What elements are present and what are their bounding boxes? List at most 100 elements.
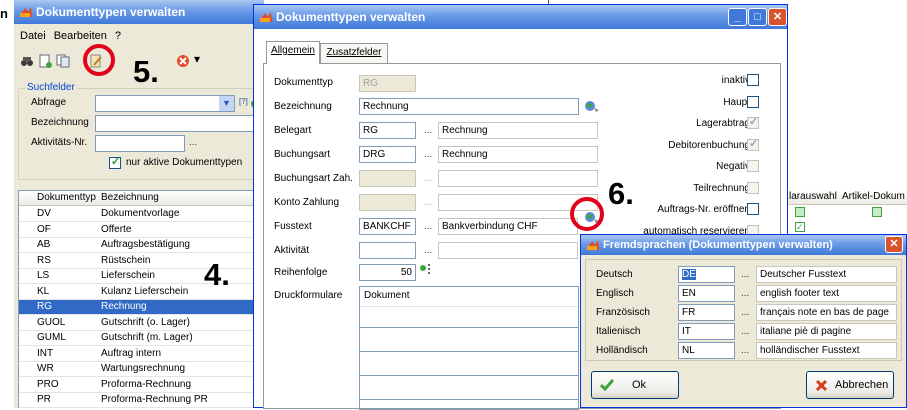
- dialog-titlebar[interactable]: Dokumenttypen verwalten _ □ ✕: [254, 5, 787, 29]
- lang-code-text: DE: [682, 269, 696, 280]
- menu-help[interactable]: ?: [115, 30, 121, 46]
- lang-lookup-button[interactable]: ...: [741, 307, 749, 318]
- fusstext-lookup-button[interactable]: ...: [424, 221, 432, 232]
- binoculars-icon[interactable]: [20, 54, 34, 68]
- only-active-checkbox[interactable]: [109, 155, 121, 169]
- lang-footer-text: italiane piè di pagine: [756, 323, 897, 340]
- belegart-text: Rechnung: [438, 122, 598, 139]
- grid-checkbox[interactable]: [795, 207, 805, 217]
- only-active-label: nur aktive Dokumenttypen: [126, 157, 243, 168]
- option-checkbox[interactable]: [747, 160, 759, 172]
- lang-code-input[interactable]: DE: [678, 266, 735, 283]
- chevron-down-icon[interactable]: ▼: [219, 96, 234, 111]
- abfrage-select[interactable]: ▼: [95, 95, 235, 112]
- grid-header-dokumenttyp[interactable]: Dokumenttyp: [37, 192, 101, 203]
- grid-checkbox[interactable]: [872, 207, 882, 217]
- option-checkbox[interactable]: [747, 137, 759, 151]
- cell-dokumenttyp: PRO: [37, 378, 59, 390]
- checkbox-label: Negativ: [716, 161, 750, 172]
- option-checkbox[interactable]: [747, 95, 759, 108]
- table-row[interactable]: RG Rechnung: [19, 300, 257, 315]
- menu-datei[interactable]: Datei: [20, 30, 46, 46]
- buchungsart-zahlung-label: Buchungsart Zah.: [274, 173, 353, 184]
- dokumenttyp-label: Dokumenttyp: [274, 77, 333, 88]
- table-row[interactable]: PRO Proforma-Rechnung: [19, 378, 257, 393]
- option-checkbox[interactable]: [747, 74, 759, 86]
- cancel-button[interactable]: Abbrechen: [806, 371, 894, 399]
- belegart-lookup-button[interactable]: ...: [424, 125, 432, 136]
- cell-bezeichnung: Kulanz Lieferschein: [101, 285, 189, 297]
- table-row[interactable]: AB Auftragsbestätigung: [19, 238, 257, 253]
- grid-header-lagerauswahl[interactable]: larauswahl: [789, 191, 837, 202]
- maximize-button[interactable]: □: [748, 8, 767, 26]
- option-checkbox[interactable]: [747, 181, 759, 194]
- aktivitaet-label: Aktivität: [274, 245, 310, 256]
- table-row[interactable]: GUML Gutschrift (m. Lager): [19, 331, 257, 346]
- cell-bezeichnung: Gutschrift (o. Lager): [101, 316, 190, 328]
- buchungsart-zahlung-lookup-button[interactable]: ...: [424, 173, 432, 184]
- table-row[interactable]: WR Wartungsrechnung: [19, 362, 257, 377]
- druckformulare-row[interactable]: Dokument: [360, 289, 578, 307]
- lang-row: Deutsch DE... Deutscher Fusstext: [586, 266, 901, 284]
- konto-zahlung-lookup-button[interactable]: ...: [424, 197, 432, 208]
- app-icon: [259, 12, 272, 22]
- tab-zusatzfelder[interactable]: Zusatzfelder: [320, 43, 388, 63]
- globe-translate-icon[interactable]: [584, 99, 600, 113]
- toolbar-dropdown-icon[interactable]: ▾: [194, 52, 200, 66]
- option-checkbox[interactable]: [747, 203, 759, 215]
- list-row-divider: [360, 375, 578, 376]
- lang-lookup-button[interactable]: ...: [741, 326, 749, 337]
- table-row[interactable]: DV Dokumentvorlage: [19, 207, 257, 222]
- new-record-icon[interactable]: [38, 54, 52, 68]
- bezeichnung-input[interactable]: Rechnung: [359, 98, 579, 115]
- lang-footer-text: français note en bas de page: [756, 304, 897, 321]
- minimize-button[interactable]: _: [728, 8, 747, 26]
- cell-dokumenttyp: RG: [37, 301, 52, 312]
- lang-dialog-titlebar[interactable]: Fremdsprachen (Dokumenttypen verwalten) …: [581, 235, 906, 255]
- copy-record-icon[interactable]: [56, 54, 70, 68]
- checkbox-label: inaktiv: [721, 75, 750, 86]
- bg-window-titlebar[interactable]: Dokumenttypen verwalten: [14, 0, 264, 24]
- ok-button[interactable]: Ok: [591, 371, 679, 399]
- option-checkbox[interactable]: [747, 115, 759, 129]
- tab-allgemein[interactable]: Allgemein: [266, 41, 320, 64]
- belegart-code-input[interactable]: RG: [359, 122, 416, 139]
- grid-header-artikel-dokum[interactable]: Artikel-Dokum: [842, 191, 905, 202]
- lang-lookup-button[interactable]: ...: [741, 345, 749, 356]
- aktivitaet-lookup-button[interactable]: ...: [189, 137, 197, 148]
- table-row[interactable]: OF Offerte: [19, 223, 257, 238]
- grid-checkbox[interactable]: ✓: [795, 222, 805, 232]
- delete-icon[interactable]: [176, 54, 190, 68]
- lang-name: Englisch: [596, 288, 634, 299]
- lang-lookup-button[interactable]: ...: [741, 269, 749, 280]
- bezeichnung-filter-input[interactable]: [95, 115, 265, 132]
- lang-code-input[interactable]: EN: [678, 285, 735, 302]
- reihenfolge-input[interactable]: 50: [359, 264, 416, 281]
- lang-close-button[interactable]: ✕: [885, 236, 903, 253]
- aktivitaet-filter-input[interactable]: [95, 135, 185, 152]
- lang-lookup-button[interactable]: ...: [741, 288, 749, 299]
- cell-dokumenttyp: OF: [37, 223, 51, 235]
- search-fields-title: Suchfelder: [25, 82, 77, 93]
- buchungsart-lookup-button[interactable]: ...: [424, 149, 432, 160]
- lang-code-input[interactable]: NL: [678, 342, 735, 359]
- table-row[interactable]: GUOL Gutschrift (o. Lager): [19, 316, 257, 331]
- close-button[interactable]: ✕: [768, 8, 787, 26]
- druckformulare-label: Druckformulare: [274, 290, 343, 301]
- buchungsart-zahlung-input[interactable]: [359, 170, 416, 187]
- aktivitaet-code-input[interactable]: [359, 242, 416, 259]
- spin-sort-icon[interactable]: [419, 263, 433, 275]
- cell-bezeichnung: Offerte: [101, 223, 132, 235]
- lang-code-input[interactable]: IT: [678, 323, 735, 340]
- step6-highlight-ring: [570, 197, 604, 231]
- konto-zahlung-input[interactable]: [359, 194, 416, 211]
- grid-header-bezeichnung[interactable]: Bezeichnung: [101, 192, 159, 203]
- buchungsart-code-input[interactable]: DRG: [359, 146, 416, 163]
- aktivitaet-lookup-button[interactable]: ...: [424, 245, 432, 256]
- table-row[interactable]: INT Auftrag intern: [19, 347, 257, 362]
- table-row[interactable]: PR Proforma-Rechnung PR: [19, 393, 257, 408]
- bg-window-title: Dokumenttypen verwalten: [36, 5, 186, 19]
- fusstext-code-input[interactable]: BANKCHF: [359, 218, 416, 235]
- lang-code-input[interactable]: FR: [678, 304, 735, 321]
- dokumenttyp-input[interactable]: RG: [359, 75, 416, 92]
